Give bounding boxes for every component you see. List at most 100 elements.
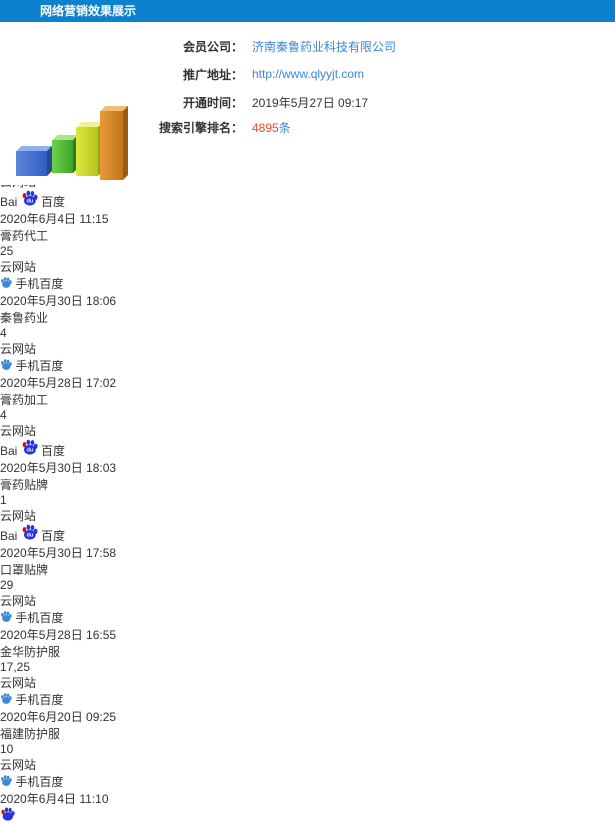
cell-engine: Bai du 百度 <box>0 275 615 292</box>
svg-text:du: du <box>26 199 33 205</box>
cell-rank[interactable]: 17,25 <box>0 660 30 674</box>
mobile-baidu-paw-icon <box>0 775 15 789</box>
table-row[interactable]: 膏药贴牌 1 云网站 Bai du 百度 2020年5月30日 17:58 <box>0 476 615 561</box>
company-link[interactable]: 济南秦鲁药业科技有限公司 <box>252 38 396 55</box>
table-row[interactable]: 膏药代工 25 云网站 Bai du 百度 <box>0 227 615 309</box>
illustration-bar-5 <box>126 72 146 158</box>
baidu-paw-icon <box>1 807 15 821</box>
cell-rank[interactable]: 29 <box>0 578 13 592</box>
cell-updated: 2020年5月28日 16:55 <box>0 628 117 642</box>
engine-ranking-row: 搜索引擎排名： 4895条 <box>125 119 291 135</box>
cell-keyword: 膏药代工 <box>0 229 49 243</box>
cell-updated: 2020年6月20日 09:25 <box>0 710 117 724</box>
cell-engine: Bai du 百度 <box>0 524 615 544</box>
cell-updated: 2020年6月4日 11:15 <box>0 212 109 226</box>
cell-updated: 2020年6月4日 11:10 <box>0 792 109 806</box>
page: { "titlebar": { "title": "网络营销效果展示" }, "… <box>0 0 615 821</box>
baidu-paw-icon: du <box>22 190 38 206</box>
mobile-baidu-logo: 手机百度 <box>0 693 63 707</box>
cell-rank[interactable]: 10 <box>0 742 13 756</box>
ranking-unit: 条 <box>278 120 291 135</box>
baidu-logo: Bai du 百度 <box>0 190 66 209</box>
illustration-bar-3 <box>76 127 98 176</box>
baidu-logo: Bai du 百度 <box>0 439 66 458</box>
promo-url-label: 推广地址： <box>182 67 243 82</box>
cell-engine: Bai du 百度 <box>0 439 615 459</box>
partial-next-row <box>0 807 615 824</box>
company-label: 会员公司： <box>182 39 243 54</box>
table-row[interactable]: 膏药加工 4 云网站 Bai du 百度 2020年5月30日 18:03 <box>0 391 615 476</box>
mobile-baidu-paw-icon <box>0 359 15 373</box>
page-title: 网络营销效果展示 <box>40 4 137 18</box>
cell-engine: Bai du 百度 <box>0 609 615 626</box>
cell-keyword: 膏药贴牌 <box>0 478 49 492</box>
cell-rank-type: 云网站 <box>0 509 37 523</box>
mobile-baidu-logo: 手机百度 <box>0 277 63 291</box>
cell-engine: Bai du 百度 <box>0 691 615 708</box>
baidu-logo-bai: Bai <box>0 529 18 543</box>
mobile-baidu-logo: 手机百度 <box>0 775 63 789</box>
baidu-paw-icon: du <box>22 439 38 455</box>
mobile-baidu-paw-icon <box>0 277 15 291</box>
mobile-baidu-logo: 手机百度 <box>0 359 63 373</box>
cell-updated: 2020年5月30日 17:58 <box>0 546 117 560</box>
window-titlebar: 网络营销效果展示 <box>0 0 615 22</box>
table-row[interactable]: 口罩贴牌 29 云网站 Bai du 百度 <box>0 561 615 643</box>
baidu-logo-du: 百度 <box>41 195 66 209</box>
engine-ranking-value: 4895条 <box>252 119 291 136</box>
mobile-baidu-label: 手机百度 <box>15 693 64 707</box>
cell-updated: 2020年5月30日 18:03 <box>0 461 117 475</box>
cell-updated: 2020年5月28日 17:02 <box>0 376 117 390</box>
cell-rank[interactable]: 25 <box>0 244 13 258</box>
company-row: 会员公司： 济南秦鲁药业科技有限公司 <box>125 38 396 54</box>
cell-rank-type: 云网站 <box>0 594 37 608</box>
baidu-logo-bai: Bai <box>0 444 18 458</box>
baidu-paw-icon: du <box>22 524 38 540</box>
account-summary-section: 会员公司： 济南秦鲁药业科技有限公司 推广地址： http://www.qlyy… <box>0 22 615 185</box>
partial-next-row-logo <box>0 807 615 824</box>
open-time-label: 开通时间： <box>182 95 243 110</box>
cell-keyword: 口罩贴牌 <box>0 563 49 577</box>
illustration-bar-1 <box>16 151 47 176</box>
table-row[interactable]: 秦鲁药业 4 云网站 Bai du 百度 <box>0 309 615 391</box>
cell-rank[interactable]: 4 <box>0 326 7 340</box>
cell-keyword: 膏药加工 <box>0 393 49 407</box>
cell-rank[interactable]: 4 <box>0 408 7 422</box>
mobile-baidu-label: 手机百度 <box>15 277 64 291</box>
cell-engine: Bai du 百度 <box>0 190 615 210</box>
cell-keyword: 秦鲁药业 <box>0 311 49 325</box>
cell-rank-type: 云网站 <box>0 260 37 274</box>
svg-text:du: du <box>26 533 33 539</box>
cell-engine: Bai du 百度 <box>0 773 615 790</box>
table-row[interactable]: 金华防护服 17,25 云网站 Bai du 百度 <box>0 643 615 725</box>
cell-updated: 2020年5月30日 18:06 <box>0 294 117 308</box>
mobile-baidu-paw-icon <box>0 611 15 625</box>
cell-engine: Bai du 百度 <box>0 357 615 374</box>
illustration-bar-2 <box>52 140 73 173</box>
open-time-value: 2019年5月27日 09:17 <box>252 95 369 110</box>
table-body: 膏药代工 8 云网站 Bai du 百度 <box>0 142 615 807</box>
cell-rank-type: 云网站 <box>0 424 37 438</box>
mobile-baidu-label: 手机百度 <box>15 775 64 789</box>
baidu-logo: Bai du 百度 <box>0 524 66 543</box>
engine-ranking-label: 搜索引擎排名： <box>158 120 243 135</box>
cell-rank-type: 云网站 <box>0 758 37 772</box>
illustration-bar-4 <box>100 111 123 180</box>
mobile-baidu-label: 手机百度 <box>15 611 64 625</box>
mobile-baidu-paw-icon <box>0 693 15 707</box>
svg-text:du: du <box>26 448 33 454</box>
cell-rank-type: 云网站 <box>0 342 37 356</box>
baidu-logo-du: 百度 <box>41 444 66 458</box>
cell-keyword: 金华防护服 <box>0 645 61 659</box>
mobile-baidu-label: 手机百度 <box>15 359 64 373</box>
promo-url-row: 推广地址： http://www.qlyyjt.com <box>125 66 364 82</box>
cell-keyword: 福建防护服 <box>0 727 61 741</box>
mobile-baidu-logo: 手机百度 <box>0 611 63 625</box>
open-time-row: 开通时间： 2019年5月27日 09:17 <box>125 94 368 110</box>
cell-rank[interactable]: 1 <box>0 493 7 507</box>
baidu-logo-bai: Bai <box>0 195 18 209</box>
table-row[interactable]: 福建防护服 10 云网站 Bai du 百度 <box>0 725 615 807</box>
baidu-logo-du: 百度 <box>41 529 66 543</box>
ranking-count: 4895 <box>252 120 279 135</box>
promo-url-link[interactable]: http://www.qlyyjt.com <box>252 67 364 81</box>
